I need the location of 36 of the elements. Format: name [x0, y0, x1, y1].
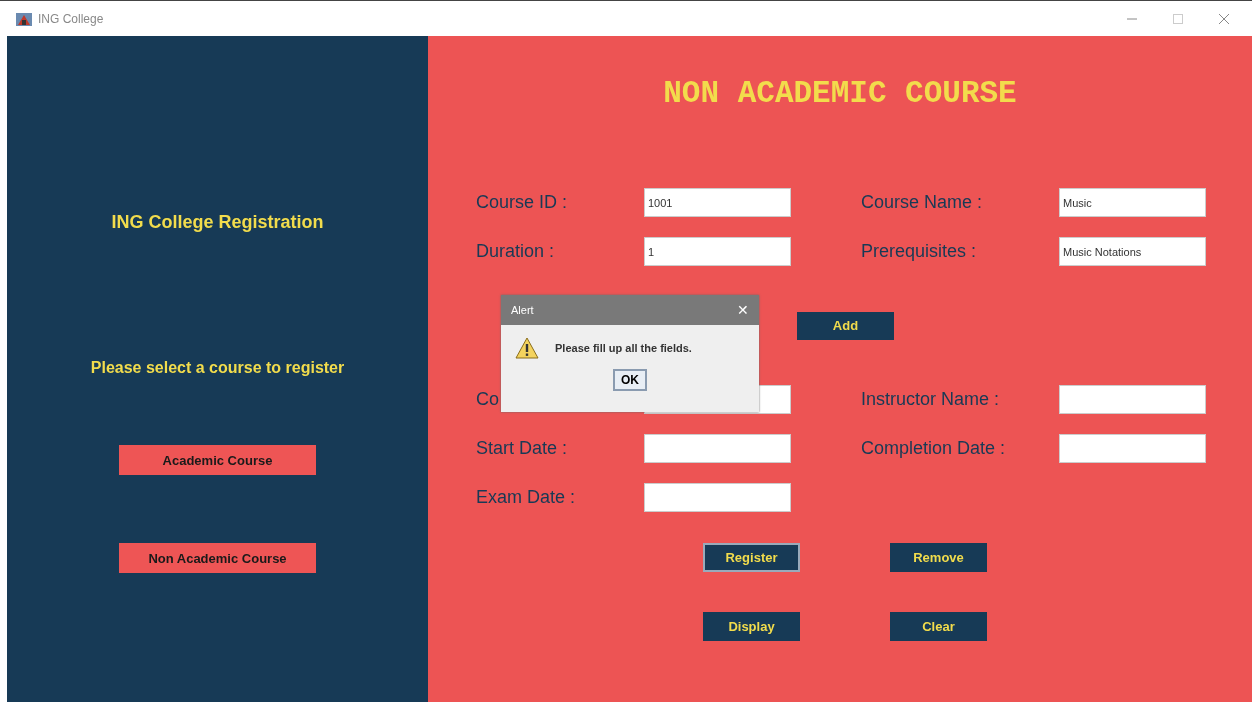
field-label: Duration : — [476, 241, 556, 262]
close-icon[interactable] — [1218, 12, 1230, 25]
field-label: Completion Date : — [861, 438, 1007, 459]
sidebar-heading: ING College Registration — [111, 212, 324, 233]
field-label: Exam Date : — [476, 487, 577, 508]
input-field[interactable] — [1059, 385, 1206, 414]
sidebar-prompt: Please select a course to register — [90, 359, 345, 377]
maximize-icon[interactable] — [1172, 12, 1184, 25]
app-icon — [16, 10, 32, 27]
course-button[interactable]: Academic Course — [119, 445, 316, 475]
window-title: ING College — [38, 11, 104, 26]
course-button[interactable]: Non Academic Course — [119, 543, 316, 573]
input-field[interactable]: 1001 — [644, 188, 791, 217]
field-label: Start Date : — [476, 438, 569, 459]
field-label: Co — [476, 389, 500, 410]
input-field[interactable] — [644, 483, 791, 512]
form-title: NON ACADEMIC COURSE — [662, 76, 1018, 111]
add-button[interactable]: Add — [797, 311, 894, 340]
field-label: Course ID : — [476, 192, 569, 213]
dialog-title: Alert — [511, 304, 534, 316]
action-button[interactable]: Remove — [890, 543, 987, 572]
field-label: Instructor Name : — [861, 389, 1001, 410]
action-button[interactable]: Clear — [890, 612, 987, 641]
alert-message: Please fill up all the fields. — [555, 342, 692, 354]
input-field[interactable]: Music Notations — [1059, 237, 1206, 266]
field-label: Prerequisites : — [861, 241, 978, 262]
input-field[interactable]: Music — [1059, 188, 1206, 217]
input-field[interactable] — [1059, 434, 1206, 463]
action-button[interactable]: Display — [703, 612, 800, 641]
action-button[interactable]: Register — [703, 543, 800, 572]
input-field[interactable]: 1 — [644, 237, 791, 266]
close-button[interactable]: ✕ — [737, 302, 749, 318]
ok-button[interactable]: OK — [613, 369, 647, 391]
warning-icon — [515, 337, 539, 359]
field-label: Course Name : — [861, 192, 984, 213]
input-field[interactable] — [644, 434, 791, 463]
